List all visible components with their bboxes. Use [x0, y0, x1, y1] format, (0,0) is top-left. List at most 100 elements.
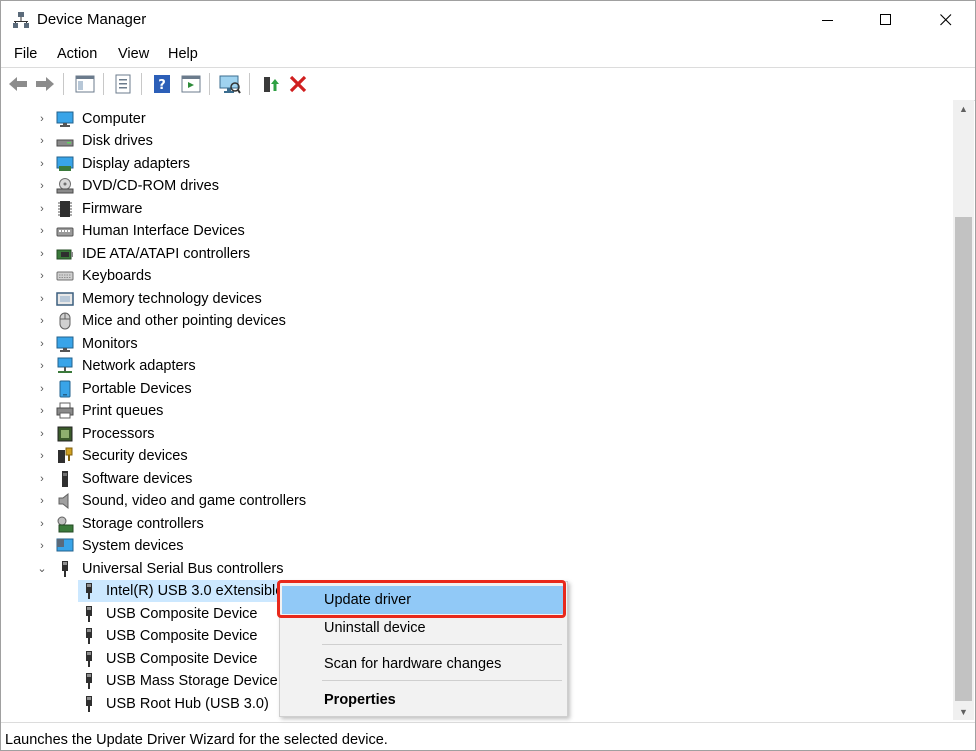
- menu-help[interactable]: Help: [168, 46, 198, 62]
- chevron-right-icon[interactable]: ›: [36, 450, 48, 462]
- uninstall-device-menu-item[interactable]: Uninstall device: [282, 614, 565, 642]
- usb-device-icon: [86, 673, 92, 689]
- chevron-right-icon[interactable]: ›: [36, 383, 48, 395]
- tree-item-label: USB Root Hub (USB 3.0): [106, 696, 269, 712]
- scan-hardware-menu-item[interactable]: Scan for hardware changes: [282, 650, 565, 678]
- tree-item-memory-technology-devices[interactable]: › Memory technology devices: [1, 288, 941, 310]
- chevron-right-icon[interactable]: ›: [36, 518, 48, 530]
- tree-item-processors[interactable]: › Processors: [1, 423, 941, 445]
- status-text: Launches the Update Driver Wizard for th…: [5, 732, 388, 748]
- tree-item-label: DVD/CD-ROM drives: [82, 178, 219, 194]
- toolbar-separator: [249, 73, 250, 95]
- tree-item-keyboards[interactable]: › Keyboards: [1, 265, 941, 287]
- tree-item-label: USB Mass Storage Device: [106, 673, 278, 689]
- monitor-icon: [56, 336, 74, 352]
- tree-item-dvd-cd-rom-drives[interactable]: › DVD/CD-ROM drives: [1, 175, 941, 197]
- tree-item-label: USB Composite Device: [106, 628, 258, 644]
- action-pane-button[interactable]: [180, 73, 202, 95]
- chevron-right-icon[interactable]: ›: [36, 338, 48, 350]
- tree-item-security-devices[interactable]: › Security devices: [1, 445, 941, 467]
- chevron-right-icon[interactable]: ›: [36, 270, 48, 282]
- tree-item-sound-video-game-controllers[interactable]: › Sound, video and game controllers: [1, 490, 941, 512]
- tree-item-label: Software devices: [82, 471, 193, 487]
- chevron-down-icon[interactable]: ⌄: [36, 563, 48, 575]
- tree-item-monitors[interactable]: › Monitors: [1, 333, 941, 355]
- menu-view[interactable]: View: [118, 46, 149, 62]
- tree-item-disk-drives[interactable]: › Disk drives: [1, 130, 941, 152]
- maximize-icon: [880, 14, 891, 25]
- menu-separator: [322, 644, 562, 645]
- close-button[interactable]: [917, 1, 975, 39]
- tree-item-usb-controllers[interactable]: ⌄ Universal Serial Bus controllers: [1, 558, 941, 580]
- uninstall-device-button[interactable]: [287, 73, 309, 95]
- chevron-right-icon[interactable]: ›: [36, 203, 48, 215]
- menu-separator: [322, 680, 562, 681]
- chevron-right-icon[interactable]: ›: [36, 248, 48, 260]
- chevron-right-icon[interactable]: ›: [36, 495, 48, 507]
- system-device-icon: [56, 538, 74, 552]
- menu-action[interactable]: Action: [57, 46, 97, 62]
- tree-item-network-adapters[interactable]: › Network adapters: [1, 355, 941, 377]
- usb-device-icon: [86, 628, 92, 644]
- tree-item-label: Security devices: [82, 448, 188, 464]
- software-device-icon: [62, 471, 68, 487]
- disk-drive-icon: [56, 139, 74, 147]
- tree-item-label: Processors: [82, 426, 155, 442]
- chevron-right-icon[interactable]: ›: [36, 360, 48, 372]
- tree-item-ide-ata-atapi-controllers[interactable]: › IDE ATA/ATAPI controllers: [1, 243, 941, 265]
- toolbar-separator: [63, 73, 64, 95]
- title-bar[interactable]: Device Manager: [1, 1, 975, 39]
- tree-item-label: Intel(R) USB 3.0 eXtensible: [106, 583, 284, 599]
- scroll-down-arrow[interactable]: ▼: [953, 703, 974, 720]
- properties-icon: [115, 74, 131, 94]
- maximize-button[interactable]: [857, 1, 915, 39]
- close-icon: [940, 14, 952, 26]
- chevron-right-icon[interactable]: ›: [36, 405, 48, 417]
- chevron-right-icon[interactable]: ›: [36, 113, 48, 125]
- show-hide-console-tree-button[interactable]: [74, 73, 96, 95]
- chevron-right-icon[interactable]: ›: [36, 180, 48, 192]
- usb-device-icon: [86, 696, 92, 712]
- tree-item-firmware[interactable]: › Firmware: [1, 198, 941, 220]
- tree-item-computer[interactable]: › Computer: [1, 108, 941, 130]
- storage-controller-icon: [57, 516, 74, 533]
- chevron-right-icon[interactable]: ›: [36, 540, 48, 552]
- menu-file[interactable]: File: [14, 46, 37, 62]
- minimize-button[interactable]: [799, 1, 857, 39]
- back-button[interactable]: [7, 73, 29, 95]
- tree-item-portable-devices[interactable]: › Portable Devices: [1, 378, 941, 400]
- chevron-right-icon[interactable]: ›: [36, 158, 48, 170]
- chevron-right-icon[interactable]: ›: [36, 428, 48, 440]
- chevron-right-icon[interactable]: ›: [36, 293, 48, 305]
- window-title: Device Manager: [37, 11, 147, 28]
- scan-hardware-button[interactable]: [219, 73, 241, 95]
- tree-item-label: Print queues: [82, 403, 164, 419]
- properties-menu-item[interactable]: Properties: [282, 686, 565, 714]
- toolbar-separator: [141, 73, 142, 95]
- forward-button[interactable]: [34, 73, 56, 95]
- tree-item-system-devices[interactable]: › System devices: [1, 535, 941, 557]
- tree-item-display-adapters[interactable]: › Display adapters: [1, 153, 941, 175]
- menu-item-label: Uninstall device: [324, 620, 426, 636]
- hid-icon: [56, 227, 74, 237]
- tree-item-human-interface-devices[interactable]: › Human Interface Devices: [1, 220, 941, 242]
- chevron-right-icon[interactable]: ›: [36, 315, 48, 327]
- chevron-right-icon[interactable]: ›: [36, 225, 48, 237]
- tree-item-storage-controllers[interactable]: › Storage controllers: [1, 513, 941, 535]
- chevron-right-icon[interactable]: ›: [36, 473, 48, 485]
- memory-device-icon: [56, 292, 74, 306]
- help-button[interactable]: ?: [151, 73, 173, 95]
- scrollbar-thumb[interactable]: [955, 217, 972, 701]
- tree-item-software-devices[interactable]: › Software devices: [1, 468, 941, 490]
- chevron-right-icon[interactable]: ›: [36, 135, 48, 147]
- ide-controller-icon: [56, 249, 73, 260]
- tree-item-label: Firmware: [82, 201, 143, 217]
- tree-item-mice[interactable]: › Mice and other pointing devices: [1, 310, 941, 332]
- vertical-scrollbar[interactable]: ▲ ▼: [953, 100, 974, 720]
- printer-icon: [56, 402, 74, 419]
- scroll-up-arrow[interactable]: ▲: [953, 100, 974, 117]
- tree-item-print-queues[interactable]: › Print queues: [1, 400, 941, 422]
- menu-item-label: Properties: [324, 692, 396, 708]
- update-driver-button[interactable]: [259, 73, 281, 95]
- properties-button[interactable]: [112, 73, 134, 95]
